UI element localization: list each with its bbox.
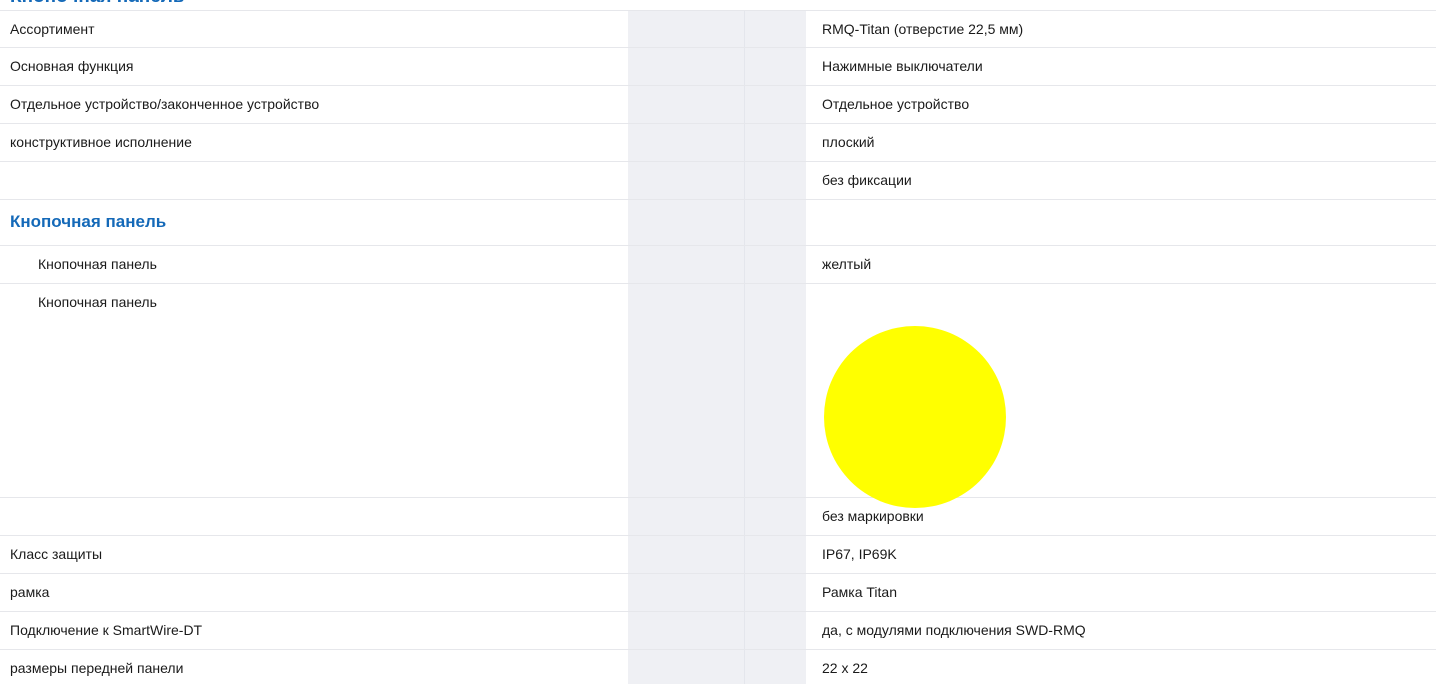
row-value: без маркировки [822,508,924,524]
row-label: размеры передней панели [10,660,184,676]
row-label: конструктивное исполнение [10,134,192,150]
table-row: рамка Рамка Titan [0,574,1436,612]
row-value: плоский [822,134,875,150]
table-row: без фиксации [0,162,1436,200]
spec-page: Кнопочная панель Ассортимент RMQ-Titan (… [0,0,1436,684]
row-label: Ассортимент [10,21,95,37]
row-value: IP67, IP69K [822,546,897,562]
table-row: без маркировки [0,498,1436,536]
table-row: Ассортимент RMQ-Titan (отверстие 22,5 мм… [0,10,1436,48]
section-heading-row: Кнопочная панель [0,200,1436,246]
row-label: Основная функция [10,58,134,74]
row-label: Кнопочная панель [38,256,157,272]
table-row: конструктивное исполнение плоский [0,124,1436,162]
row-value: 22 x 22 [822,660,868,676]
spec-table: Ассортимент RMQ-Titan (отверстие 22,5 мм… [0,10,1436,688]
row-value: желтый [822,256,872,272]
cropped-heading-container: Кнопочная панель [0,0,600,10]
row-label: Подключение к SmartWire-DT [10,622,203,638]
table-row-swatch: Кнопочная панель [0,284,1436,508]
row-label: Кнопочная панель [38,294,157,310]
table-row: Кнопочная панель желтый [0,246,1436,284]
table-row: размеры передней панели 22 x 22 [0,650,1436,688]
table-row: Основная функция Нажимные выключатели [0,48,1436,86]
row-value: да, с модулями подключения SWD-RMQ [822,622,1086,638]
row-value: RMQ-Titan (отверстие 22,5 мм) [822,21,1024,37]
row-label: Отдельное устройство/законченное устройс… [10,96,320,112]
table-row: Отдельное устройство/законченное устройс… [0,86,1436,124]
row-value: Нажимные выключатели [822,58,983,74]
table-row: Подключение к SmartWire-DT да, с модулям… [0,612,1436,650]
row-label: Класс защиты [10,546,103,562]
section-title: Кнопочная панель [10,212,167,231]
yellow-circle-swatch-icon [824,326,1006,508]
cropped-section-heading: Кнопочная панель [10,0,185,8]
row-value: без фиксации [822,172,912,188]
table-row: Класс защиты IP67, IP69K [0,536,1436,574]
row-label: рамка [10,584,50,600]
row-value: Рамка Titan [822,584,897,600]
row-value: Отдельное устройство [822,96,970,112]
